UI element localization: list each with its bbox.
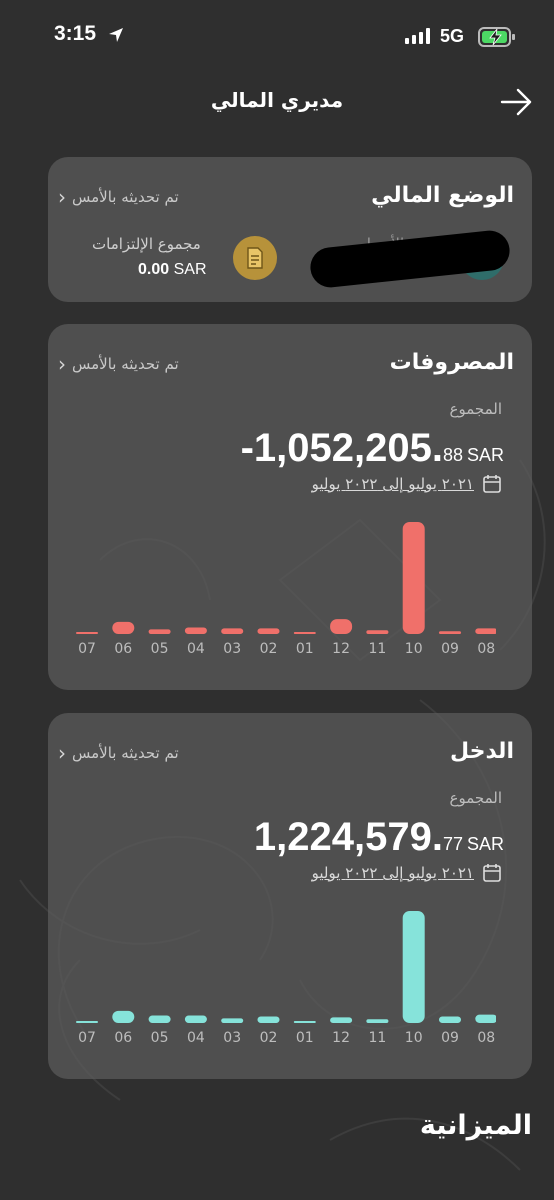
tick-label-02: 02 xyxy=(260,641,278,657)
expenses-bar-chart: 07 06 05 04 03 02 01 12 11 10 09 08 xyxy=(76,522,498,657)
bar-10[interactable] xyxy=(402,522,425,634)
tick-label-01: 01 xyxy=(296,1030,314,1046)
bar-01[interactable] xyxy=(293,1021,316,1023)
chevron-left-icon: ‹ xyxy=(58,741,66,765)
network-type: 5G xyxy=(440,26,465,46)
chevron-left-icon: ‹ xyxy=(58,352,66,376)
income-date-range[interactable]: ٢٠٢١ يوليو إلى ٢٠٢٢ يوليو xyxy=(312,863,502,883)
tick-label-08: 08 xyxy=(477,641,495,657)
bar-08[interactable] xyxy=(475,1014,498,1023)
expenses-total-label: المجموع xyxy=(449,400,502,418)
battery-charging-icon xyxy=(478,27,515,47)
calendar-icon xyxy=(483,475,501,493)
location-arrow-icon xyxy=(109,28,123,42)
tick-label-07: 07 xyxy=(78,1030,96,1046)
tick-label-09: 09 xyxy=(441,1030,459,1046)
tick-label-07: 07 xyxy=(78,641,96,657)
income-total-amount: 1,224,579.77 SAR xyxy=(253,815,504,859)
bar-12[interactable] xyxy=(330,619,353,634)
page-title: مديري المالي xyxy=(210,88,344,112)
tick-label-02: 02 xyxy=(260,1030,278,1046)
income-updated-link[interactable]: تم تحديثه بالأمس ‹ xyxy=(58,741,179,765)
tick-label-06: 06 xyxy=(114,1030,132,1046)
tick-label-01: 01 xyxy=(296,641,314,657)
expenses-updated-link[interactable]: تم تحديثه بالأمس ‹ xyxy=(58,352,179,376)
expenses-total-amount: -1,052,205.88 SAR xyxy=(240,426,504,470)
expenses-date-range[interactable]: ٢٠٢١ يوليو إلى ٢٠٢٢ يوليو xyxy=(312,474,502,494)
tick-label-12: 12 xyxy=(332,1030,350,1046)
signal-bars-icon xyxy=(405,28,430,44)
status-bar: 3:15 5G xyxy=(0,0,554,70)
income-total-label: المجموع xyxy=(449,789,502,807)
tick-label-10: 10 xyxy=(405,641,423,657)
chevron-left-icon: ‹ xyxy=(58,185,66,209)
bar-02[interactable] xyxy=(257,1016,280,1023)
tick-label-11: 11 xyxy=(368,641,386,657)
tick-label-12: 12 xyxy=(332,641,350,657)
updated-label: تم تحديثه بالأمس xyxy=(72,188,179,206)
date-range-text: ٢٠٢١ يوليو إلى ٢٠٢٢ يوليو xyxy=(311,475,474,493)
income-bar-chart: 07 06 05 04 03 02 01 12 11 10 09 08 xyxy=(76,911,498,1046)
bar-05[interactable] xyxy=(148,1015,171,1023)
liabilities-label: مجموع الإلتزامات xyxy=(92,235,201,253)
tick-label-05: 05 xyxy=(151,641,169,657)
bar-04[interactable] xyxy=(184,1015,207,1023)
bar-09[interactable] xyxy=(439,1016,461,1023)
back-arrow-icon[interactable] xyxy=(500,86,534,118)
bar-06[interactable] xyxy=(112,1010,135,1023)
tick-label-09: 09 xyxy=(441,641,459,657)
tick-label-06: 06 xyxy=(114,641,132,657)
bar-03[interactable] xyxy=(221,1018,244,1023)
tick-label-03: 03 xyxy=(223,641,241,657)
income-title: الدخل xyxy=(449,739,514,764)
tick-label-04: 04 xyxy=(187,1030,205,1046)
income-chart: 07 06 05 04 03 02 01 12 11 10 09 08 xyxy=(66,909,498,1049)
expenses-card[interactable]: المصروفات تم تحديثه بالأمس ‹ المجموع -1,… xyxy=(48,324,532,690)
liabilities-document-icon xyxy=(233,236,277,280)
expenses-title: المصروفات xyxy=(389,350,514,375)
bar-08[interactable] xyxy=(475,628,498,634)
bar-01[interactable] xyxy=(293,632,316,634)
bar-07[interactable] xyxy=(76,632,98,634)
financial-status-title: الوضع المالي xyxy=(371,183,514,208)
expenses-chart: 07 06 05 04 03 02 01 12 11 10 09 08 xyxy=(66,520,498,660)
calendar-icon xyxy=(483,864,501,882)
income-card[interactable]: الدخل تم تحديثه بالأمس ‹ المجموع 1,224,5… xyxy=(48,713,532,1079)
updated-label: تم تحديثه بالأمس xyxy=(72,744,179,762)
tick-label-05: 05 xyxy=(151,1030,169,1046)
bar-06[interactable] xyxy=(112,621,135,634)
bar-11[interactable] xyxy=(366,1019,389,1023)
bar-05[interactable] xyxy=(148,629,171,634)
financial-status-card[interactable]: الوضع المالي تم تحديثه بالأمس ‹ مجموع ال… xyxy=(48,157,532,302)
liabilities-value: 0.00 SAR xyxy=(138,261,207,278)
tick-label-08: 08 xyxy=(477,1030,495,1046)
bar-07[interactable] xyxy=(76,1021,98,1023)
bar-10[interactable] xyxy=(402,911,425,1023)
bar-04[interactable] xyxy=(184,627,207,634)
bar-09[interactable] xyxy=(439,631,461,634)
tick-label-11: 11 xyxy=(368,1030,386,1046)
bar-12[interactable] xyxy=(330,1017,353,1023)
status-time: 3:15 xyxy=(54,22,97,45)
tick-label-04: 04 xyxy=(187,641,205,657)
date-range-text: ٢٠٢١ يوليو إلى ٢٠٢٢ يوليو xyxy=(311,864,474,882)
tick-label-03: 03 xyxy=(223,1030,241,1046)
updated-label: تم تحديثه بالأمس xyxy=(72,355,179,373)
bar-11[interactable] xyxy=(366,630,389,634)
bar-02[interactable] xyxy=(257,628,280,634)
budget-title: الميزانية xyxy=(419,1110,532,1141)
financial-status-updated-link[interactable]: تم تحديثه بالأمس ‹ xyxy=(58,185,179,209)
bar-03[interactable] xyxy=(221,628,244,634)
tick-label-10: 10 xyxy=(405,1030,423,1046)
